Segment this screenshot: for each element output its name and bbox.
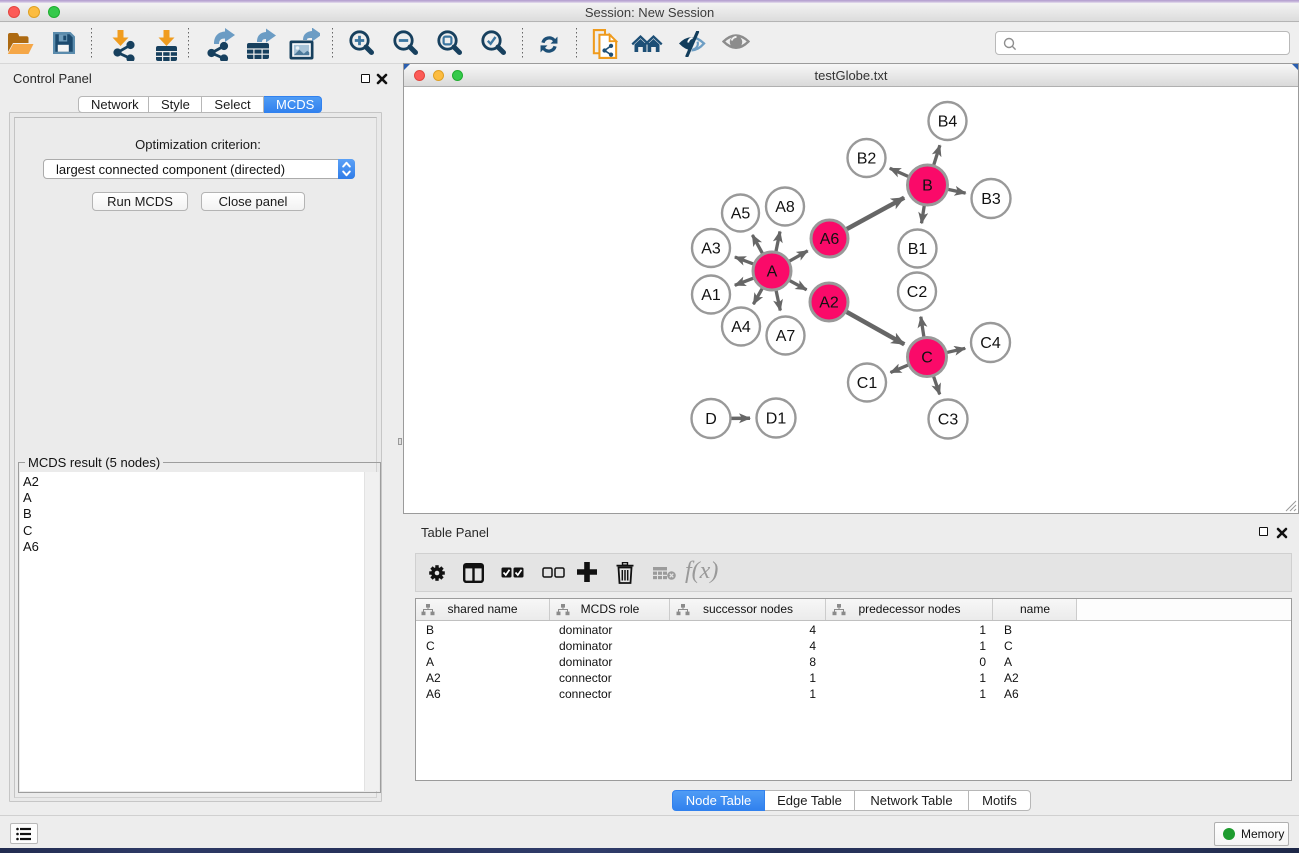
svg-text:C: C [921,350,933,367]
svg-text:C4: C4 [980,335,1001,352]
svg-text:B: B [922,178,933,195]
svg-text:A4: A4 [731,319,751,336]
svg-text:C2: C2 [907,284,928,301]
svg-text:A3: A3 [701,241,721,258]
svg-text:A8: A8 [775,199,795,216]
svg-text:A: A [767,264,778,281]
svg-text:A1: A1 [701,287,721,304]
svg-text:B4: B4 [938,114,958,131]
svg-text:A5: A5 [731,206,751,223]
svg-text:D1: D1 [766,411,787,428]
svg-text:C1: C1 [857,375,878,392]
svg-text:A6: A6 [820,231,840,248]
svg-text:B2: B2 [857,151,877,168]
svg-text:B3: B3 [981,191,1001,208]
svg-text:A2: A2 [819,295,839,312]
svg-text:C3: C3 [938,412,959,429]
svg-text:A7: A7 [776,328,796,345]
svg-text:B1: B1 [908,241,928,258]
svg-text:D: D [705,411,717,428]
